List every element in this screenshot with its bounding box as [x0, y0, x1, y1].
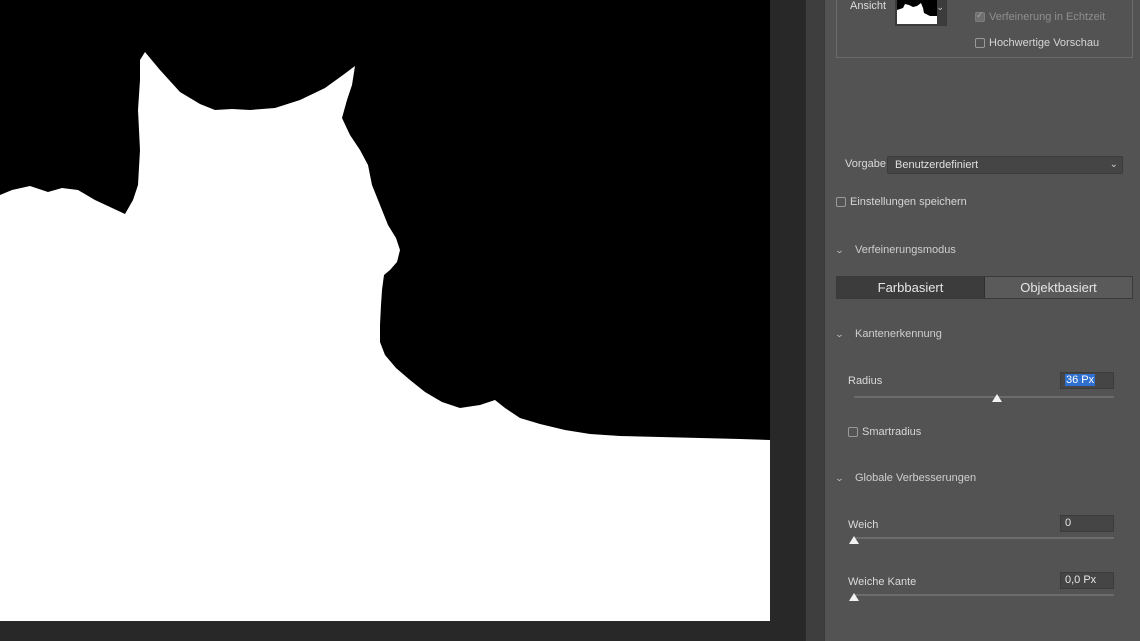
- section-header-global-refinements[interactable]: ⌄ Globale Verbesserungen: [835, 472, 977, 484]
- refine-mode-object-aware-button[interactable]: Objektbasiert: [985, 277, 1132, 298]
- smart-radius-option[interactable]: Smartradius: [848, 426, 921, 438]
- refine-mode-color-aware-button[interactable]: Farbbasiert: [837, 277, 985, 298]
- view-label: Ansicht: [850, 0, 887, 12]
- save-settings-option[interactable]: Einstellungen speichern: [836, 196, 967, 208]
- smooth-slider-thumb[interactable]: [849, 536, 859, 544]
- refine-mode-toggle: Farbbasiert Objektbasiert: [836, 276, 1133, 299]
- section-title: Kantenerkennung: [855, 328, 942, 340]
- smooth-input[interactable]: 0: [1060, 515, 1114, 532]
- realtime-refine-checkbox: [975, 10, 985, 23]
- radius-value: 36 Px: [1065, 374, 1096, 386]
- feather-slider-thumb[interactable]: [849, 593, 859, 601]
- preset-label: Vorgabe: [845, 158, 886, 170]
- section-title: Verfeinerungsmodus: [855, 244, 956, 256]
- radius-slider-thumb[interactable]: [992, 394, 1002, 402]
- smooth-value: 0: [1065, 517, 1072, 529]
- smart-radius-label: Smartradius: [862, 426, 922, 439]
- collapse-chevron-icon[interactable]: ⌄: [835, 329, 848, 340]
- feather-value: 0,0 Px: [1065, 574, 1097, 586]
- save-settings-label: Einstellungen speichern: [850, 196, 967, 209]
- section-header-refine-mode[interactable]: ⌄ Verfeinerungsmodus: [835, 244, 956, 256]
- panel-divider: [805, 0, 824, 641]
- realtime-refine-label: Verfeinerung in Echtzeit: [989, 11, 1106, 24]
- smooth-slider-track[interactable]: [854, 537, 1114, 539]
- cat-silhouette-mask: [0, 0, 770, 621]
- hq-preview-option[interactable]: Hochwertige Vorschau: [975, 37, 1099, 49]
- document-canvas-area[interactable]: [0, 0, 805, 641]
- save-settings-checkbox[interactable]: [836, 197, 846, 208]
- preset-dropdown[interactable]: Benutzerdefiniert ⌄: [887, 156, 1123, 174]
- radius-slider-track[interactable]: [854, 396, 1114, 398]
- preset-value: Benutzerdefiniert: [895, 159, 979, 171]
- view-mode-thumbnail: [897, 0, 937, 24]
- smooth-label: Weich: [848, 519, 879, 531]
- realtime-refine-option: Verfeinerung in Echtzeit: [975, 10, 1106, 24]
- view-mode-dropdown[interactable]: ⌄: [895, 0, 947, 26]
- section-header-edge-detection[interactable]: ⌄ Kantenerkennung: [835, 328, 942, 340]
- hq-preview-checkbox[interactable]: [975, 38, 985, 49]
- feather-label: Weiche Kante: [848, 576, 917, 588]
- chevron-down-icon: ⌄: [936, 2, 944, 12]
- radius-input[interactable]: 36 Px: [1060, 372, 1114, 389]
- collapse-chevron-icon[interactable]: ⌄: [835, 245, 848, 256]
- feather-slider-track[interactable]: [854, 594, 1114, 596]
- select-and-mask-properties-panel: Ansicht ⌄ Verfeinerung in Echtzeit Hochw…: [824, 0, 1140, 641]
- smart-radius-checkbox[interactable]: [848, 427, 858, 438]
- mask-preview-image[interactable]: [0, 0, 770, 621]
- radius-label: Radius: [848, 375, 883, 387]
- feather-input[interactable]: 0,0 Px: [1060, 572, 1114, 589]
- chevron-down-icon: ⌄: [1109, 159, 1118, 170]
- section-title: Globale Verbesserungen: [855, 472, 977, 484]
- collapse-chevron-icon[interactable]: ⌄: [835, 473, 848, 484]
- hq-preview-label: Hochwertige Vorschau: [989, 37, 1100, 50]
